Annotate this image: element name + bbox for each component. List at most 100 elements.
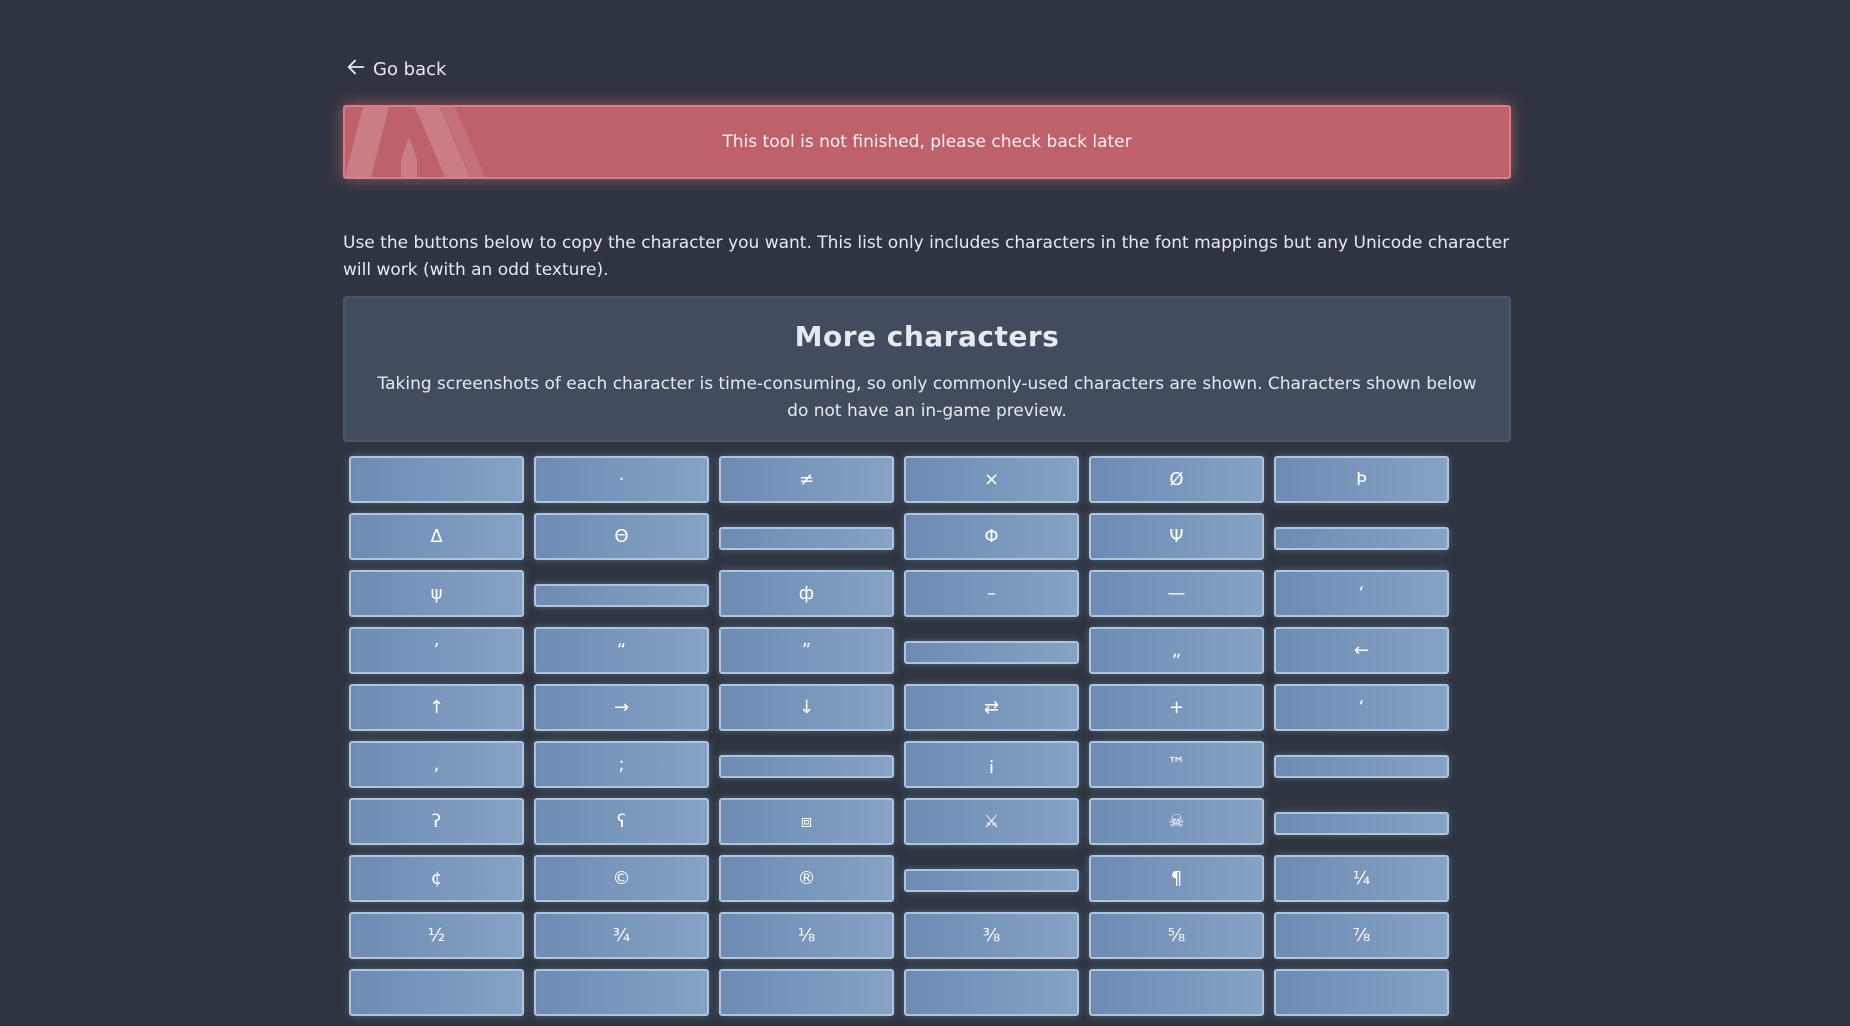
character-cell — [349, 969, 524, 1026]
copy-character-button[interactable] — [904, 641, 1079, 664]
copy-character-button[interactable]: Φ — [904, 513, 1079, 560]
copy-character-button[interactable] — [534, 969, 709, 1016]
character-cell — [1089, 969, 1264, 1026]
character-cell: Δ — [349, 513, 524, 570]
panel-title: More characters — [794, 320, 1060, 353]
intro-text: Use the buttons below to copy the charac… — [343, 233, 1510, 280]
copy-character-button[interactable]: + — [1089, 684, 1264, 731]
copy-character-button[interactable] — [904, 869, 1079, 892]
copy-character-button[interactable]: — — [1089, 570, 1264, 617]
copy-character-button[interactable]: ⅞ — [1274, 912, 1449, 959]
copy-character-button[interactable] — [534, 584, 709, 607]
character-cell: + — [1089, 684, 1264, 741]
copy-character-button[interactable]: Ø — [1089, 456, 1264, 503]
copy-character-button[interactable]: ⅝ — [1089, 912, 1264, 959]
character-cell: “ — [534, 627, 709, 684]
character-cell — [1274, 513, 1449, 570]
copy-character-button[interactable]: Þ — [1274, 456, 1449, 503]
character-cell: ≠ — [719, 456, 894, 513]
character-cell: ⅞ — [1274, 912, 1449, 969]
copy-character-button[interactable]: ¾ — [534, 912, 709, 959]
copy-character-button[interactable]: © — [534, 855, 709, 902]
copy-character-button[interactable]: ≠ — [719, 456, 894, 503]
copy-character-button[interactable]: Ψ — [1089, 513, 1264, 560]
character-cell: ⧈ — [719, 798, 894, 855]
copy-character-button[interactable] — [349, 456, 524, 503]
caution-stripes-decoration — [345, 107, 485, 177]
copy-character-button[interactable]: ; — [534, 741, 709, 788]
copy-character-button[interactable]: ⧈ — [719, 798, 894, 845]
character-cell: ¾ — [534, 912, 709, 969]
character-cell: · — [534, 456, 709, 513]
copy-character-button[interactable]: · — [534, 456, 709, 503]
character-cell: ← — [1274, 627, 1449, 684]
copy-character-button[interactable]: × — [904, 456, 1079, 503]
character-cell: Θ — [534, 513, 709, 570]
copy-character-button[interactable] — [1274, 969, 1449, 1016]
character-cell: ⅛ — [719, 912, 894, 969]
character-cell — [1274, 798, 1449, 855]
go-back-link[interactable]: Go back — [345, 57, 446, 81]
character-cell: Φ — [904, 513, 1079, 570]
copy-character-button[interactable]: ↑ — [349, 684, 524, 731]
copy-character-button[interactable]: ¼ — [1274, 855, 1449, 902]
copy-character-button[interactable]: ½ — [349, 912, 524, 959]
more-characters-panel: More characters Taking screenshots of ea… — [343, 296, 1511, 442]
character-cell: ʕ — [534, 798, 709, 855]
arrow-left-icon — [345, 56, 367, 83]
copy-character-button[interactable]: ʕ — [534, 798, 709, 845]
character-cell: © — [534, 855, 709, 912]
character-cell — [904, 627, 1079, 684]
copy-character-button[interactable] — [1274, 527, 1449, 550]
copy-character-button[interactable] — [1274, 755, 1449, 778]
copy-character-button[interactable]: ⅛ — [719, 912, 894, 959]
character-cell — [534, 570, 709, 627]
copy-character-button[interactable] — [719, 969, 894, 1016]
copy-character-button[interactable] — [1089, 969, 1264, 1016]
copy-character-button[interactable]: ф — [719, 570, 894, 617]
copy-character-button[interactable]: Δ — [349, 513, 524, 560]
character-cell: ¼ — [1274, 855, 1449, 912]
copy-character-button[interactable]: ⅜ — [904, 912, 1079, 959]
copy-character-button[interactable]: ← — [1274, 627, 1449, 674]
copy-character-button[interactable]: ® — [719, 855, 894, 902]
character-cell — [1274, 969, 1449, 1026]
character-cell: ⅝ — [1089, 912, 1264, 969]
panel-description: Taking screenshots of each character is … — [377, 374, 1477, 421]
go-back-label: Go back — [373, 58, 447, 80]
copy-character-button[interactable]: ¢ — [349, 855, 524, 902]
copy-character-button[interactable] — [1274, 812, 1449, 835]
copy-character-button[interactable]: Θ — [534, 513, 709, 560]
copy-character-button[interactable]: ‘ — [1274, 570, 1449, 617]
warning-text: This tool is not finished, please check … — [722, 132, 1132, 152]
copy-character-button[interactable]: – — [904, 570, 1079, 617]
copy-character-button[interactable]: “ — [534, 627, 709, 674]
copy-character-button[interactable]: ’ — [349, 627, 524, 674]
character-grid: · ≠ × Ø Þ Δ Θ Φ Ψψ ф – — ‘’ “” „ ← ↑ → ↓ ⇄ + ‘,; ¡ ™ ʔ ʕ ⧈ ⚔ ☠ ¢ © ® ¶ ¼ ½… — [349, 456, 1449, 1026]
copy-character-button[interactable]: ¡ — [904, 741, 1079, 788]
character-cell — [904, 969, 1079, 1026]
copy-character-button[interactable]: ¶ — [1089, 855, 1264, 902]
copy-character-button[interactable]: → — [534, 684, 709, 731]
copy-character-button[interactable]: , — [349, 741, 524, 788]
character-cell: ↑ — [349, 684, 524, 741]
copy-character-button[interactable]: ” — [719, 627, 894, 674]
copy-character-button[interactable]: ↓ — [719, 684, 894, 731]
copy-character-button[interactable]: ψ — [349, 570, 524, 617]
copy-character-button[interactable] — [904, 969, 1079, 1016]
copy-character-button[interactable]: ⇄ — [904, 684, 1079, 731]
character-cell: Ψ — [1089, 513, 1264, 570]
character-cell: ¢ — [349, 855, 524, 912]
copy-character-button[interactable] — [719, 527, 894, 550]
copy-character-button[interactable]: „ — [1089, 627, 1264, 674]
copy-character-button[interactable] — [349, 969, 524, 1016]
character-cell: Þ — [1274, 456, 1449, 513]
copy-character-button[interactable]: ⚔ — [904, 798, 1079, 845]
copy-character-button[interactable]: ☠ — [1089, 798, 1264, 845]
copy-character-button[interactable] — [719, 755, 894, 778]
copy-character-button[interactable]: ‘ — [1274, 684, 1449, 731]
copy-character-button[interactable]: ʔ — [349, 798, 524, 845]
character-cell: ™ — [1089, 741, 1264, 798]
character-cell: ¶ — [1089, 855, 1264, 912]
copy-character-button[interactable]: ™ — [1089, 741, 1264, 788]
